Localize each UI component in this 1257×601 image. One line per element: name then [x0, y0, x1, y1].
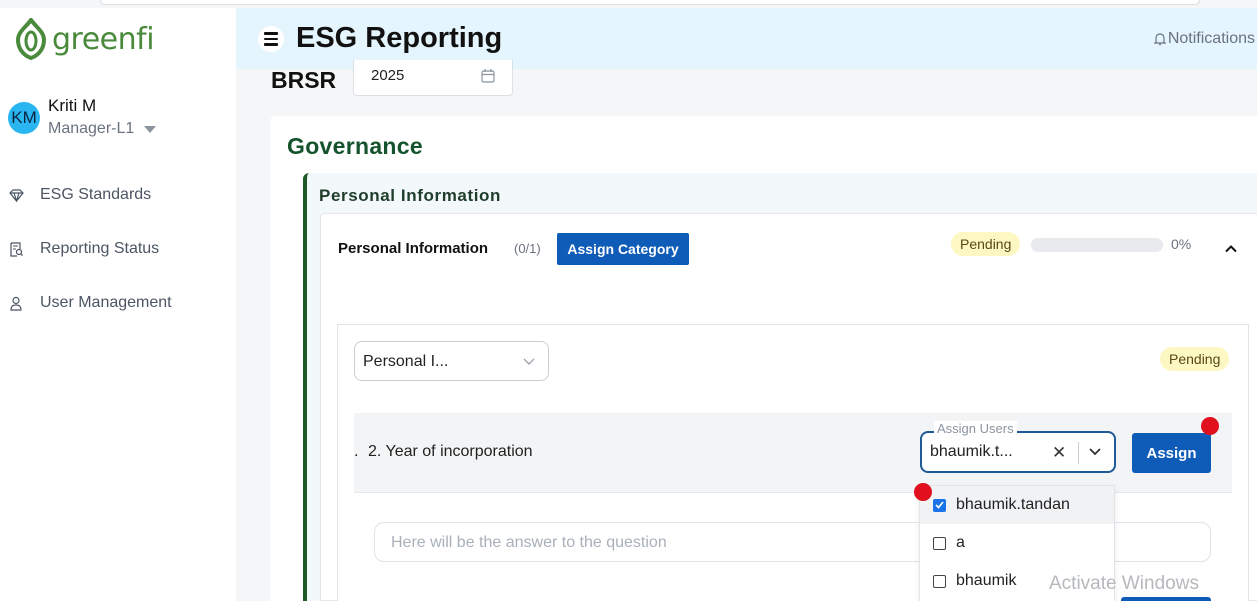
assign-category-button[interactable]: Assign Category [557, 233, 689, 265]
diamond-icon [8, 187, 24, 203]
subcategory-status-badge: Pending [1160, 347, 1230, 371]
chevron-up-icon[interactable] [1224, 244, 1238, 253]
year-picker[interactable]: 2025 [353, 60, 513, 96]
sidebar-item-label: ESG Standards [40, 186, 152, 203]
click-marker [914, 483, 932, 501]
assign-users-label: Assign Users [934, 421, 1017, 436]
status-badge: Pending [951, 232, 1021, 256]
question-row: . 2. Year of incorporation Assign Users … [354, 413, 1232, 493]
framework-title: BRSR [271, 67, 337, 93]
calendar-icon[interactable] [481, 68, 495, 83]
checkbox-icon[interactable] [933, 574, 946, 588]
progress-bar [1031, 238, 1163, 252]
logo: greenfi [16, 18, 155, 60]
sidebar-item-user-management[interactable]: User Management [8, 276, 228, 330]
user-profile[interactable]: KM Kriti M Manager-L1 [8, 96, 157, 138]
click-marker [1201, 417, 1219, 435]
hamburger-menu-button[interactable] [258, 26, 284, 52]
sidebar-item-reporting-status[interactable]: Reporting Status [8, 222, 228, 276]
select-divider [1078, 442, 1079, 464]
answer-placeholder: Here will be the answer to the question [391, 534, 667, 551]
caret-down-icon[interactable] [144, 125, 157, 133]
user-role-dropdown[interactable]: Manager-L1 [48, 120, 157, 138]
checkbox-icon[interactable] [933, 536, 946, 550]
option-label: bhaumik [956, 572, 1017, 589]
logo-text: greenfi [52, 21, 155, 57]
report-search-icon [8, 241, 24, 257]
user-role: Manager-L1 [48, 120, 135, 137]
sidebar: greenfi KM Kriti M Manager-L1 ESG Standa… [0, 8, 236, 601]
sidebar-item-label: User Management [40, 294, 172, 311]
question-prefix: . [354, 443, 359, 460]
greenfi-logo-icon [16, 18, 46, 60]
checkbox-checked-icon[interactable] [933, 498, 946, 512]
avatar: KM [8, 102, 40, 134]
sidebar-item-label: Reporting Status [40, 240, 160, 257]
year-value: 2025 [371, 67, 405, 84]
category-count: (0/1) [514, 241, 541, 256]
browser-edge [100, 0, 1200, 5]
subcategory-select[interactable]: Personal I... [354, 341, 549, 381]
section-title: Governance [287, 133, 423, 159]
option-label: a [956, 534, 965, 551]
question-text: 2. Year of incorporation [368, 443, 533, 460]
partially-visible-button[interactable] [1121, 597, 1211, 601]
page-title: ESG Reporting [296, 22, 503, 54]
option-label: bhaumik.tandan [956, 496, 1070, 513]
category-panel: Personal Information (0/1) Assign Catego… [320, 213, 1257, 601]
user-icon [8, 295, 24, 311]
assign-button[interactable]: Assign [1132, 433, 1211, 473]
clear-icon[interactable]: ✕ [1052, 443, 1066, 463]
progress-percent: 0% [1171, 236, 1192, 252]
sidebar-item-esg-standards[interactable]: ESG Standards [8, 168, 228, 222]
subcategory-value: Personal I... [363, 353, 449, 370]
dropdown-option[interactable]: bhaumik.tandan [920, 486, 1114, 524]
assign-users-select[interactable]: Assign Users bhaumik.t... ✕ [920, 421, 1116, 473]
notifications-button[interactable]: Notifications [1153, 30, 1255, 48]
bell-icon [1153, 33, 1166, 46]
dropdown-option[interactable]: a [920, 524, 1114, 562]
notifications-label: Notifications [1167, 30, 1255, 47]
assign-users-value: bhaumik.t... [930, 443, 1013, 460]
user-name: Kriti M [48, 96, 97, 115]
chevron-down-icon[interactable] [1088, 447, 1102, 456]
subsection-title: Personal Information [319, 186, 502, 205]
category-title: Personal Information [338, 240, 489, 257]
activation-watermark: Activate Windows [1049, 573, 1199, 594]
sidebar-nav: ESG Standards Reporting Status User Mana… [8, 168, 228, 330]
chevron-down-icon [523, 358, 535, 365]
